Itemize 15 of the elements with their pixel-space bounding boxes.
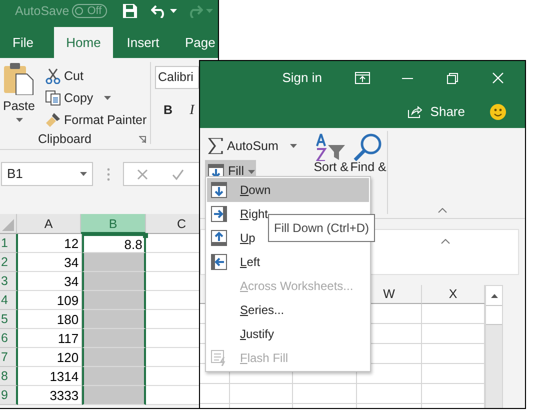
- table-cell: 3333: [18, 386, 82, 405]
- table-cell: 117: [18, 329, 82, 348]
- active-cell: 8.8: [82, 234, 146, 253]
- sort-filter-label: Sort &: [314, 161, 348, 174]
- table-cell: 12: [18, 234, 82, 253]
- find-select-label: Find &: [350, 161, 386, 174]
- table-cell: 120: [18, 348, 82, 367]
- table-cell: 34: [18, 272, 82, 291]
- table-cell: 34: [18, 253, 82, 272]
- autosave-label: AutoSave: [15, 2, 70, 20]
- table-cell: 1314: [18, 367, 82, 386]
- table-cell: 180: [18, 310, 82, 329]
- group-label: Clipboard: [38, 130, 92, 148]
- tooltip: Fill Down (Ctrl+D): [268, 214, 376, 242]
- table-cell: 109: [18, 291, 82, 310]
